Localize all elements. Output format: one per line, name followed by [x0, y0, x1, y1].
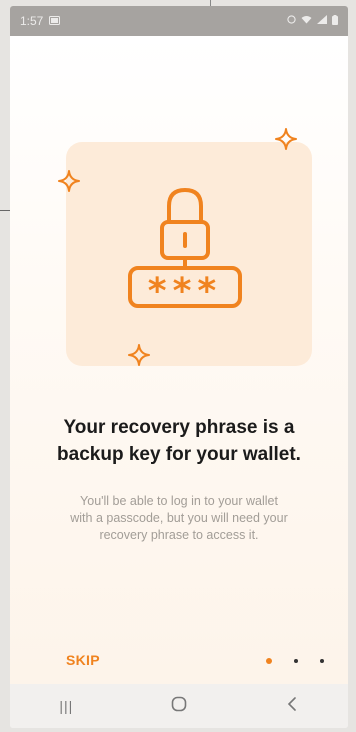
back-button[interactable]: [262, 686, 322, 726]
phone-screen: 1:57 *** Your recovery phrase is a backu…: [10, 6, 348, 728]
wifi-icon: [301, 15, 312, 27]
title-line: backup key for your wallet.: [57, 444, 301, 465]
back-icon: [287, 696, 297, 716]
status-time: 1:57: [20, 14, 44, 28]
home-button[interactable]: [149, 686, 209, 726]
sparkle-icon: [128, 344, 150, 371]
recents-icon: |||: [59, 698, 74, 714]
description: You'll be able to log in to your wallet …: [38, 493, 320, 544]
recent-apps-button[interactable]: |||: [36, 686, 96, 726]
lock-password-illustration: [128, 187, 242, 308]
onboarding-content: *** Your recovery phrase is a backup key…: [10, 36, 348, 684]
status-bar: 1:57: [10, 6, 348, 36]
page-dot[interactable]: [320, 659, 324, 663]
notification-icon: [49, 14, 61, 28]
pagination-dots: [266, 658, 324, 664]
sparkle-icon: [275, 128, 297, 155]
home-icon: [171, 696, 187, 717]
page-dot[interactable]: [294, 659, 298, 663]
description-line: You'll be able to log in to your wallet: [80, 494, 278, 508]
page-title: Your recovery phrase is a backup key for…: [10, 414, 348, 468]
description-line: with a passcode, but you will need your: [70, 511, 288, 525]
backdrop-divider: [0, 210, 10, 211]
skip-button[interactable]: SKIP: [66, 652, 100, 668]
alarm-icon: [287, 15, 296, 27]
page-dot-active[interactable]: [266, 658, 272, 664]
sparkle-icon: [58, 170, 80, 197]
system-nav-bar: |||: [10, 684, 348, 728]
illustration-card: ***: [66, 142, 312, 366]
signal-icon: [317, 15, 327, 27]
description-line: recovery phrase to access it.: [99, 528, 259, 542]
password-asterisks: ***: [147, 271, 223, 312]
title-line: Your recovery phrase is a: [63, 417, 295, 438]
battery-icon: [332, 14, 338, 28]
